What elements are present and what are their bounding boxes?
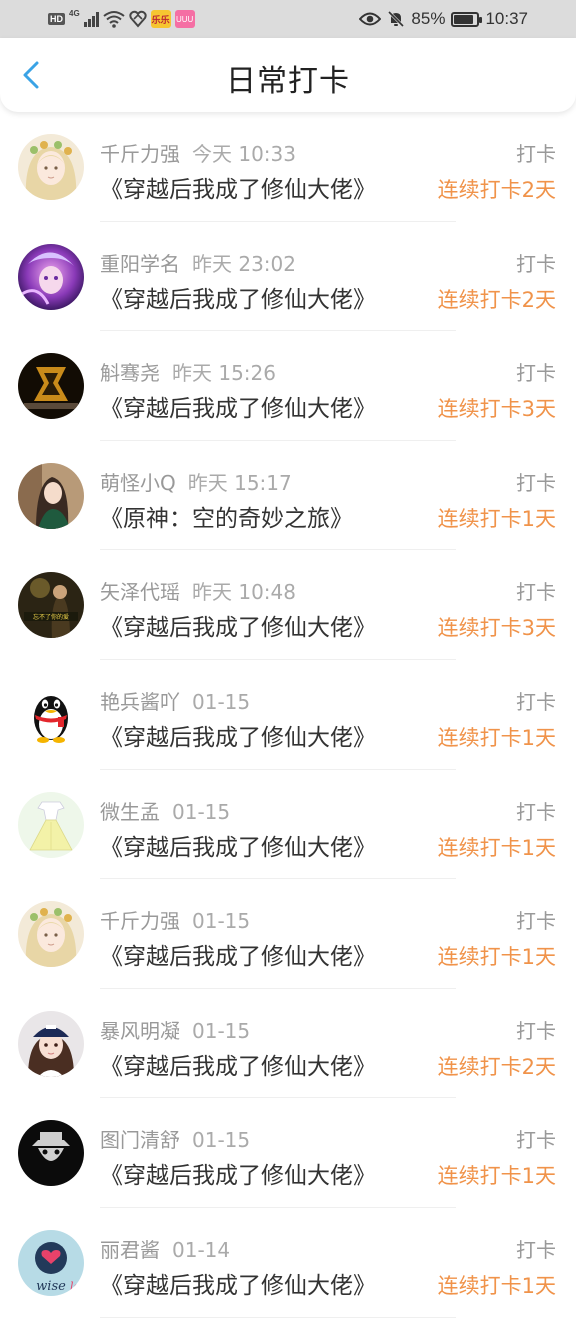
- checkin-label: 打卡: [516, 909, 556, 934]
- list-item[interactable]: 暴风明凝 01-15 《穿越后我成了修仙大佬》 打卡 连续打卡2天: [0, 989, 576, 1099]
- checkin-label: 打卡: [516, 580, 556, 605]
- avatar-penguin[interactable]: [18, 681, 84, 748]
- list-item[interactable]: 忘不了你的爱 矢泽代瑶 昨天 10:48 《穿越后我成了修仙大佬》 打卡 连续打卡…: [0, 550, 576, 660]
- eye-icon: [359, 12, 382, 26]
- timestamp: 昨天 15:26: [172, 361, 276, 386]
- list-item[interactable]: 重阳学名 昨天 23:02 《穿越后我成了修仙大佬》 打卡 连续打卡2天: [0, 222, 576, 332]
- username[interactable]: 千斤力强: [100, 909, 180, 933]
- book-title[interactable]: 《穿越后我成了修仙大佬》: [100, 1266, 376, 1300]
- avatar-anime-girl-flowers[interactable]: [18, 134, 84, 200]
- checkin-label: 打卡: [516, 1018, 556, 1043]
- checkin-list: 千斤力强 今天 10:33 《穿越后我成了修仙大佬》 打卡 连续打卡2天 重阳学名…: [0, 112, 576, 1318]
- book-title[interactable]: 《穿越后我成了修仙大佬》: [100, 828, 376, 862]
- checkin-label: 打卡: [516, 1128, 556, 1153]
- hd-indicator: HD: [48, 13, 65, 25]
- avatar-dark-gold-emblem[interactable]: [18, 353, 84, 420]
- status-bar: HD 4G 乐乐 UUU 85% 10:37: [0, 0, 576, 38]
- status-left: HD 4G 乐乐 UUU: [48, 8, 195, 30]
- signal-icon: [83, 11, 99, 27]
- list-item[interactable]: wise love 丽君酱 01-14 《穿越后我成了修仙大佬》 打卡 连续打卡1天: [0, 1208, 576, 1318]
- book-title[interactable]: 《穿越后我成了修仙大佬》: [100, 170, 376, 204]
- timestamp: 01-15: [192, 1018, 251, 1043]
- clock: 10:37: [485, 9, 528, 28]
- timestamp: 01-15: [192, 909, 251, 934]
- streak-count: 连续打卡2天: [437, 287, 556, 312]
- avatar-dark-forest-photo[interactable]: 忘不了你的爱: [18, 572, 84, 639]
- username[interactable]: 艳兵酱吖: [100, 690, 180, 714]
- wifi-icon: [103, 11, 125, 28]
- avatar-dark-hat-logo[interactable]: [18, 1120, 84, 1187]
- streak-count: 连续打卡1天: [437, 506, 556, 531]
- avatar-dress-illustration[interactable]: [18, 791, 84, 858]
- battery-icon: [451, 11, 483, 27]
- timestamp: 昨天 15:17: [187, 470, 292, 495]
- timestamp: 01-15: [172, 799, 231, 824]
- timestamp: 今天 10:33: [192, 142, 296, 166]
- streak-count: 连续打卡1天: [437, 1273, 556, 1298]
- checkin-label: 打卡: [516, 689, 556, 714]
- nav-header: 日常打卡: [0, 38, 576, 112]
- username[interactable]: 萌怪小Q: [100, 471, 176, 495]
- list-item[interactable]: 千斤力强 今天 10:33 《穿越后我成了修仙大佬》 打卡 连续打卡2天: [0, 112, 576, 222]
- streak-count: 连续打卡3天: [437, 616, 556, 641]
- streak-count: 连续打卡1天: [437, 835, 556, 860]
- page-title: 日常打卡: [226, 64, 350, 99]
- list-item[interactable]: 千斤力强 01-15 《穿越后我成了修仙大佬》 打卡 连续打卡1天: [0, 879, 576, 989]
- list-item[interactable]: 萌怪小Q 昨天 15:17 《原神：空的奇妙之旅》 打卡 连续打卡1天: [0, 441, 576, 551]
- avatar-wiselove-logo[interactable]: wise love: [18, 1229, 84, 1296]
- svg-text:love: love: [70, 1280, 84, 1293]
- network-type: 4G: [69, 8, 80, 18]
- book-title[interactable]: 《穿越后我成了修仙大佬》: [100, 389, 376, 423]
- username[interactable]: 斛骞尧: [100, 361, 160, 385]
- avatar-girl-with-cap[interactable]: [18, 1010, 84, 1077]
- svg-text:wise: wise: [36, 1279, 66, 1294]
- username[interactable]: 矢泽代瑶: [100, 580, 180, 604]
- book-title[interactable]: 《穿越后我成了修仙大佬》: [100, 608, 376, 642]
- list-item[interactable]: 图门清舒 01-15 《穿越后我成了修仙大佬》 打卡 连续打卡1天: [0, 1098, 576, 1208]
- timestamp: 01-15: [192, 689, 251, 714]
- book-title[interactable]: 《穿越后我成了修仙大佬》: [100, 280, 376, 314]
- list-item[interactable]: 艳兵酱吖 01-15 《穿越后我成了修仙大佬》 打卡 连续打卡1天: [0, 660, 576, 770]
- book-title[interactable]: 《原神：空的奇妙之旅》: [100, 499, 353, 533]
- timestamp: 昨天 23:02: [192, 251, 296, 276]
- username[interactable]: 暴风明凝: [100, 1019, 180, 1043]
- list-item[interactable]: 微生孟 01-15 《穿越后我成了修仙大佬》 打卡 连续打卡1天: [0, 770, 576, 880]
- username[interactable]: 图门清舒: [100, 1128, 180, 1152]
- timestamp: 01-14: [172, 1237, 231, 1262]
- checkin-label: 打卡: [516, 1237, 556, 1262]
- username[interactable]: 重阳学名: [100, 252, 180, 276]
- mute-bell-icon: [388, 10, 405, 28]
- streak-count: 连续打卡3天: [437, 397, 556, 422]
- username[interactable]: 千斤力强: [100, 142, 180, 166]
- data-saver-icon: [129, 10, 147, 28]
- timestamp: 昨天 10:48: [192, 580, 296, 605]
- avatar-girl-photo[interactable]: [18, 462, 84, 529]
- checkin-label: 打卡: [516, 799, 556, 824]
- app-notification-icon-2: UUU: [174, 10, 195, 28]
- streak-count: 连续打卡1天: [437, 945, 556, 970]
- checkin-label: 打卡: [516, 142, 556, 166]
- book-title[interactable]: 《穿越后我成了修仙大佬》: [100, 1156, 376, 1190]
- book-title[interactable]: 《穿越后我成了修仙大佬》: [100, 937, 376, 971]
- avatar-purple-game-character[interactable]: [18, 243, 84, 310]
- username[interactable]: 微生孟: [100, 800, 160, 824]
- streak-count: 连续打卡1天: [437, 1164, 556, 1189]
- list-item[interactable]: 斛骞尧 昨天 15:26 《穿越后我成了修仙大佬》 打卡 连续打卡3天: [0, 331, 576, 441]
- streak-count: 连续打卡2天: [437, 178, 556, 202]
- username[interactable]: 丽君酱: [100, 1238, 160, 1262]
- app-notification-icon: 乐乐: [150, 10, 171, 28]
- streak-count: 连续打卡1天: [437, 725, 556, 750]
- checkin-label: 打卡: [516, 251, 556, 276]
- timestamp: 01-15: [192, 1128, 251, 1153]
- streak-count: 连续打卡2天: [437, 1054, 556, 1079]
- checkin-label: 打卡: [516, 361, 556, 386]
- book-title[interactable]: 《穿越后我成了修仙大佬》: [100, 1047, 376, 1081]
- status-right: 85% 10:37: [359, 8, 528, 30]
- svg-text:忘不了你的爱: 忘不了你的爱: [33, 613, 69, 621]
- checkin-label: 打卡: [516, 470, 556, 495]
- avatar-anime-girl-flowers[interactable]: [18, 901, 84, 968]
- battery-percent: 85%: [411, 9, 446, 28]
- book-title[interactable]: 《穿越后我成了修仙大佬》: [100, 718, 376, 752]
